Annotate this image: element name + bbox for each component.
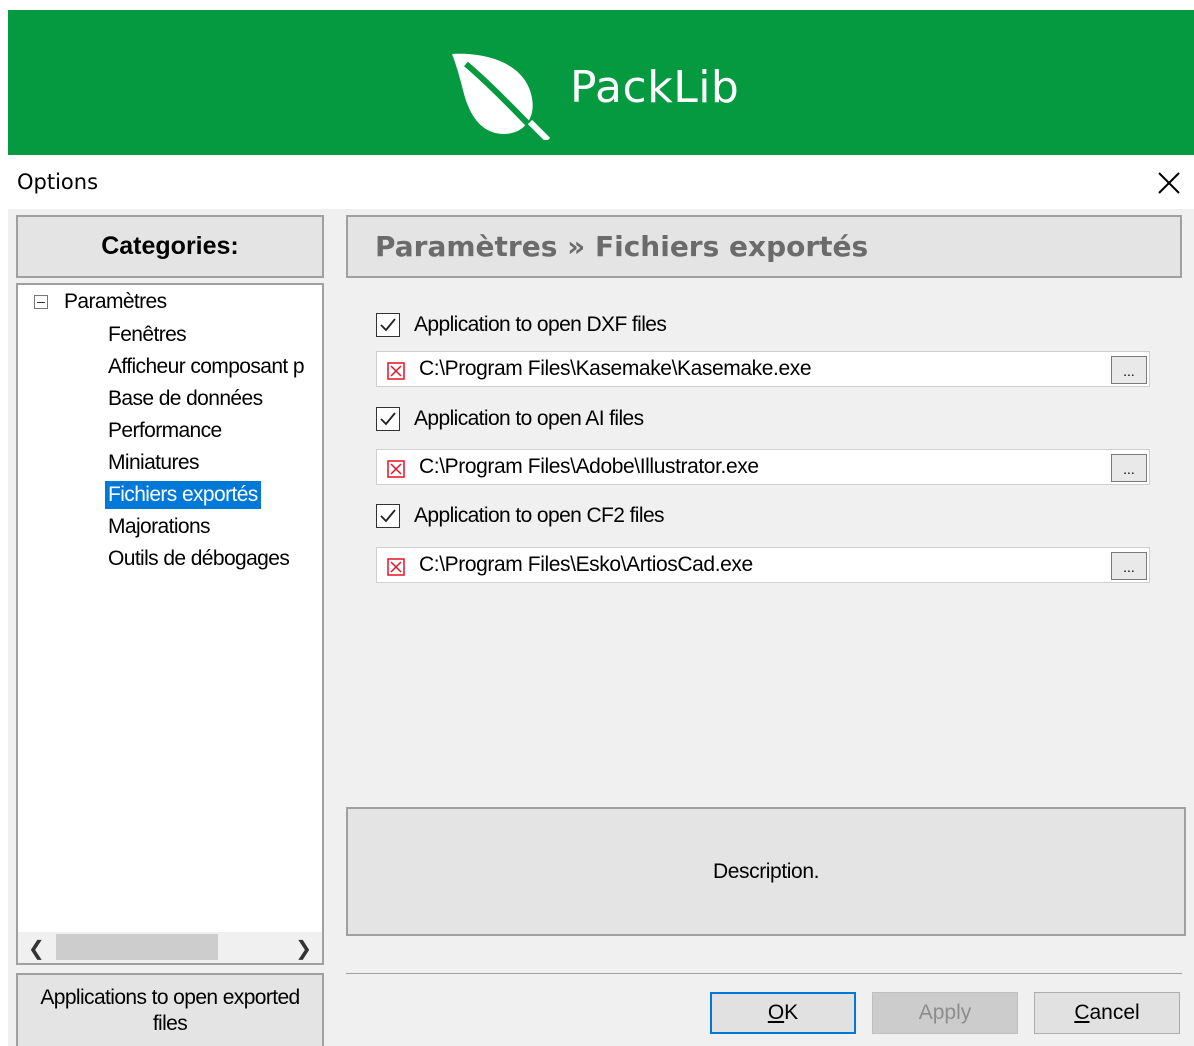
- tree-root-label: Paramètres: [64, 290, 167, 313]
- cancel-label-rest: ancel: [1089, 1001, 1140, 1024]
- tree-item-fichiers-exportes[interactable]: Fichiers exportés: [105, 481, 261, 509]
- page-title: Paramètres » Fichiers exportés: [346, 215, 1182, 278]
- cf2-app-path-field[interactable]: C:\Program Files\Esko\ArtiosCad.exe ...: [376, 547, 1150, 583]
- tree-horizontal-scrollbar[interactable]: ❮ ❯: [16, 932, 324, 965]
- setting-description: Description.: [346, 807, 1186, 936]
- tree-item-miniatures[interactable]: Miniatures: [108, 449, 199, 477]
- window-title: Options: [17, 170, 99, 194]
- tree-item-majorations[interactable]: Majorations: [108, 513, 211, 541]
- checkmark-icon: [380, 412, 396, 426]
- brand-name: PackLib: [570, 62, 740, 113]
- leaf-icon: [452, 53, 551, 140]
- dxf-app-path: C:\Program Files\Kasemake\Kasemake.exe: [419, 357, 812, 380]
- ok-label-rest: K: [784, 1001, 799, 1024]
- invalid-path-icon: [387, 558, 405, 576]
- close-icon[interactable]: [1148, 163, 1188, 203]
- ok-mnemonic: O: [767, 1001, 785, 1024]
- apply-button[interactable]: Apply: [872, 992, 1018, 1034]
- ai-app-path: C:\Program Files\Adobe\Illustrator.exe: [419, 455, 759, 478]
- tree-item-outils-de-debogages[interactable]: Outils de débogages: [108, 545, 290, 573]
- dxf-browse-button[interactable]: ...: [1111, 356, 1147, 384]
- tree-item-performance[interactable]: Performance: [108, 417, 222, 445]
- tree-item-base-de-donnees[interactable]: Base de données: [108, 385, 263, 413]
- ai-app-label: Application to open AI files: [414, 407, 644, 430]
- cf2-app-checkbox-row[interactable]: Application to open CF2 files: [376, 504, 665, 528]
- invalid-path-icon: [387, 362, 405, 380]
- collapse-icon[interactable]: [34, 295, 48, 309]
- scroll-thumb[interactable]: [56, 934, 218, 960]
- dxf-app-checkbox-row[interactable]: Application to open DXF files: [376, 313, 667, 337]
- outer-margin: [0, 0, 8, 1046]
- cf2-app-path: C:\Program Files\Esko\ArtiosCad.exe: [419, 553, 753, 576]
- button-separator: [346, 973, 1182, 974]
- tree-root-parametres[interactable]: Paramètres: [34, 290, 167, 314]
- ai-app-path-field[interactable]: C:\Program Files\Adobe\Illustrator.exe .…: [376, 449, 1150, 485]
- cancel-button[interactable]: Cancel: [1034, 992, 1180, 1034]
- options-dialog: Options Categories: Paramètres Fenêtres …: [8, 155, 1194, 1046]
- scroll-right-icon[interactable]: ❯: [295, 936, 312, 961]
- ai-browse-button[interactable]: ...: [1111, 454, 1147, 482]
- ai-app-checkbox[interactable]: [376, 407, 400, 431]
- categories-header: Categories:: [16, 215, 324, 278]
- tree-item-fenetres[interactable]: Fenêtres: [108, 321, 187, 349]
- dxf-app-checkbox[interactable]: [376, 313, 400, 337]
- checkmark-icon: [380, 318, 396, 332]
- ok-button[interactable]: OK: [710, 992, 856, 1034]
- cf2-app-label: Application to open CF2 files: [414, 504, 665, 527]
- category-tree[interactable]: Paramètres Fenêtres Afficheur composant …: [16, 283, 324, 965]
- title-bar: Options: [8, 155, 1194, 209]
- dxf-app-path-field[interactable]: C:\Program Files\Kasemake\Kasemake.exe .…: [376, 351, 1150, 387]
- app-banner: PackLib: [8, 10, 1194, 155]
- scroll-left-icon[interactable]: ❮: [28, 936, 45, 961]
- tree-item-afficheur[interactable]: Afficheur composant p: [108, 353, 305, 381]
- cf2-app-checkbox[interactable]: [376, 504, 400, 528]
- dxf-app-label: Application to open DXF files: [414, 313, 667, 336]
- invalid-path-icon: [387, 460, 405, 478]
- category-description: Applications to open exported files: [16, 973, 324, 1046]
- cancel-mnemonic: C: [1074, 1001, 1090, 1024]
- cf2-browse-button[interactable]: ...: [1111, 552, 1147, 580]
- ai-app-checkbox-row[interactable]: Application to open AI files: [376, 407, 644, 431]
- checkmark-icon: [380, 509, 396, 523]
